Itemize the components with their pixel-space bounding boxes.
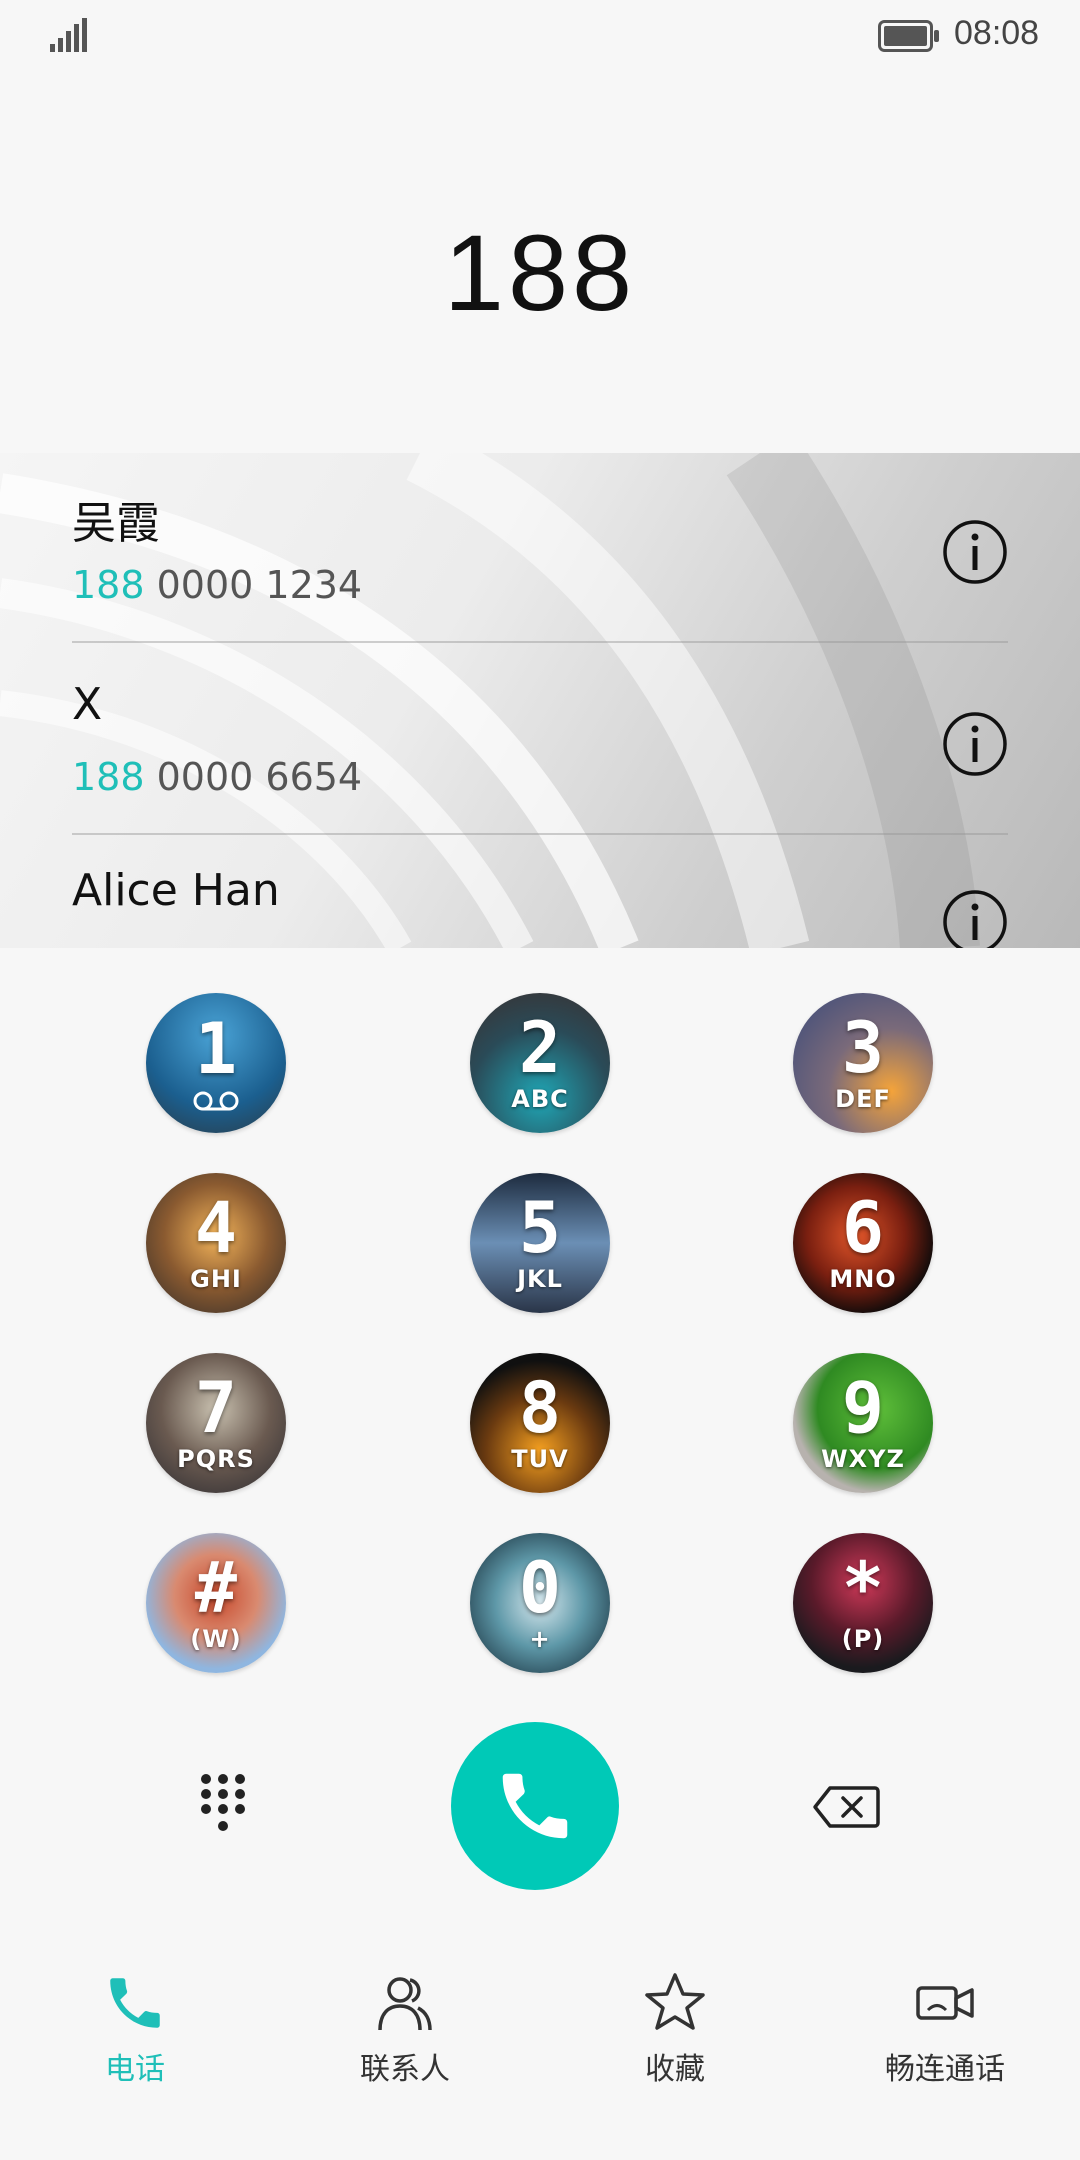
contact-name: X xyxy=(72,679,103,730)
contact-name: Alice Han xyxy=(72,865,280,916)
video-call-icon xyxy=(916,1986,974,2020)
row-divider xyxy=(72,833,1008,835)
key-1[interactable]: 1 xyxy=(146,993,286,1133)
key-star[interactable]: * (P) xyxy=(793,1533,933,1673)
contact-name: 吴霞 xyxy=(72,498,160,549)
bottom-tab-bar: 电话 联系人 收藏 畅连通话 xyxy=(0,1940,1080,2160)
dialpad-grid-icon[interactable] xyxy=(200,1773,246,1833)
phone-icon xyxy=(502,1773,568,1839)
status-time: 08:08 xyxy=(954,14,1040,52)
key-5[interactable]: 5 JKL xyxy=(470,1173,610,1313)
key-0[interactable]: 0 + xyxy=(470,1533,610,1673)
key-8[interactable]: 8 TUV xyxy=(470,1353,610,1493)
key-hash[interactable]: # (W) xyxy=(146,1533,286,1673)
star-icon xyxy=(645,1973,705,2030)
key-4[interactable]: 4 GHI xyxy=(146,1173,286,1313)
contacts-icon xyxy=(378,1977,432,2031)
info-icon[interactable] xyxy=(942,889,1008,948)
tab-favorites[interactable]: 收藏 xyxy=(540,1970,810,2100)
number-rest: 0000 1234 xyxy=(144,563,363,607)
key-3[interactable]: 3 DEF xyxy=(793,993,933,1133)
info-icon[interactable] xyxy=(942,519,1008,585)
contact-result-row[interactable]: Alice Han xyxy=(72,837,1008,948)
tab-label: 畅连通话 xyxy=(885,2052,1005,2087)
contact-number: 188 0000 1234 xyxy=(72,563,362,607)
key-7[interactable]: 7 PQRS xyxy=(146,1353,286,1493)
backspace-icon[interactable] xyxy=(812,1785,880,1829)
tab-label: 联系人 xyxy=(360,2052,450,2087)
key-6[interactable]: 6 MNO xyxy=(793,1173,933,1313)
tab-video-call[interactable]: 畅连通话 xyxy=(810,1970,1080,2100)
tab-contacts[interactable]: 联系人 xyxy=(270,1970,540,2100)
info-icon[interactable] xyxy=(942,711,1008,777)
contact-result-row[interactable]: 吴霞 188 0000 1234 xyxy=(72,453,1008,643)
dial-keypad: 1 2 ABC 3 DEF 4 GHI 5 JKL 6 MNO 7 PQRS 8… xyxy=(0,993,1080,1683)
dialed-number-display[interactable]: 188 xyxy=(0,210,1080,335)
tab-label: 电话 xyxy=(105,2052,165,2087)
battery-full-icon xyxy=(878,20,939,52)
signal-bars-icon xyxy=(50,18,87,52)
tab-phone[interactable]: 电话 xyxy=(0,1970,270,2100)
contact-result-row[interactable]: X 188 0000 6654 xyxy=(72,645,1008,835)
contact-number: 188 0000 6654 xyxy=(72,755,362,799)
number-match-highlight: 188 xyxy=(72,563,145,607)
contact-search-results[interactable]: 吴霞 188 0000 1234 X 188 0000 6654 Alice H… xyxy=(0,453,1080,948)
key-9[interactable]: 9 WXYZ xyxy=(793,1353,933,1493)
key-2[interactable]: 2 ABC xyxy=(470,993,610,1133)
voicemail-icon xyxy=(193,1091,239,1111)
number-rest: 0000 6654 xyxy=(144,755,363,799)
number-match-highlight: 188 xyxy=(72,755,145,799)
phone-icon xyxy=(110,1978,160,2028)
tab-label: 收藏 xyxy=(645,2052,705,2087)
call-button[interactable] xyxy=(451,1722,619,1890)
status-bar: 08:08 xyxy=(0,0,1080,72)
row-divider xyxy=(72,641,1008,643)
